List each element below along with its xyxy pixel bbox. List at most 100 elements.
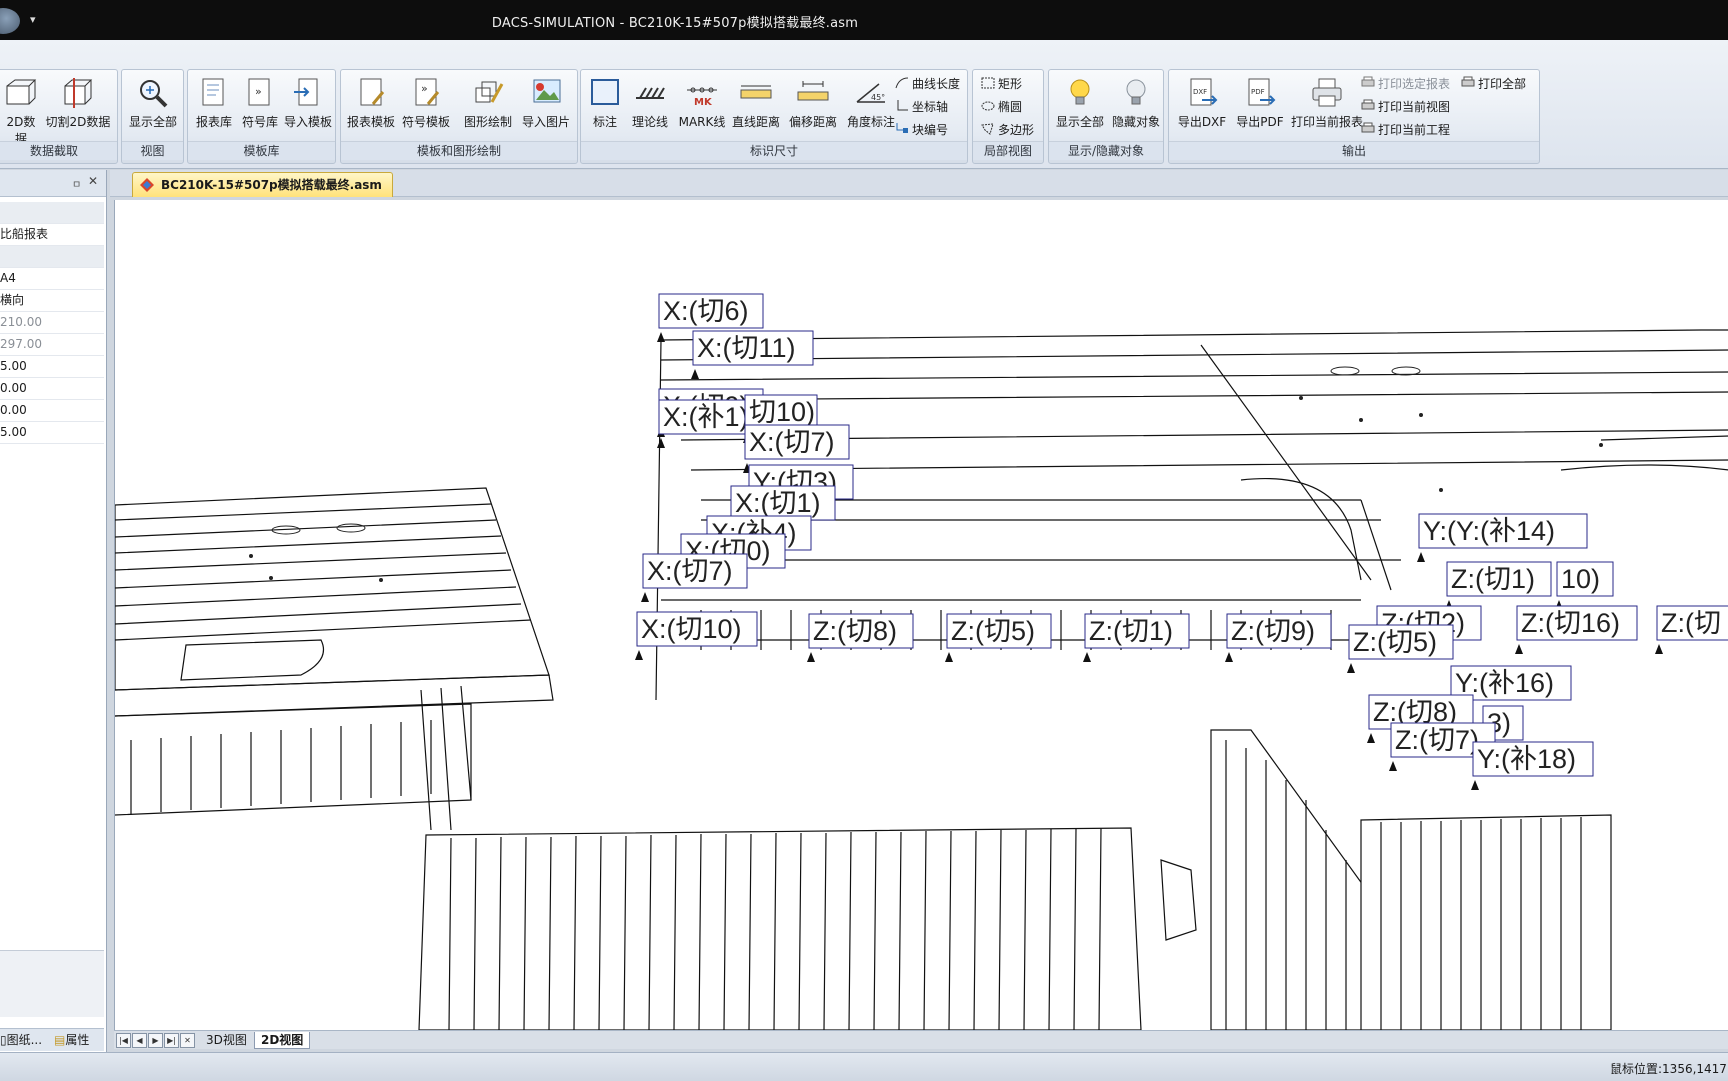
report-library-button[interactable]: 报表库 [192, 74, 236, 130]
print-all-button[interactable]: 打印全部 [1461, 74, 1526, 94]
svg-text:PDF: PDF [1251, 88, 1265, 96]
annotation-label-text: Z:(切5) [951, 616, 1035, 646]
printer-small-icon [1361, 99, 1375, 110]
annotation-label[interactable]: Z:(切 [1655, 605, 1728, 654]
property-row[interactable]: 0.00 [0, 400, 104, 422]
tab-properties[interactable]: ▤属性 [54, 1031, 89, 1049]
svg-text:»: » [255, 85, 262, 98]
property-row[interactable]: 297.00 [0, 334, 104, 356]
curve-length-button[interactable]: 曲线长度 [895, 74, 960, 94]
leader-arrow-icon [1367, 733, 1375, 743]
symbol-library-button[interactable]: » 符号库 [238, 74, 282, 130]
import-template-button[interactable]: 导入模板 [282, 74, 334, 130]
property-row[interactable]: 比船报表 [0, 224, 104, 246]
group-label: 数据截取 [0, 141, 117, 160]
annotation-label-text: Z:(切8) [813, 616, 897, 646]
2d-data-icon [6, 79, 37, 105]
2d-data-button[interactable]: 2D数据 [1, 74, 41, 147]
property-row[interactable]: 5.00 [0, 356, 104, 378]
tab-2d-view[interactable]: 2D视图 [254, 1032, 311, 1049]
hide-objects-button[interactable]: 隐藏对象 [1109, 74, 1163, 130]
property-row[interactable]: 5.00 [0, 422, 104, 444]
block-number-button[interactable]: 块编号 [895, 120, 948, 140]
svg-text:»: » [421, 82, 428, 95]
annotation-label-text: X:(切10) [641, 614, 742, 644]
mouse-position: 鼠标位置:1356,1417 [1610, 1062, 1727, 1076]
print-current-view-button[interactable]: 打印当前视图 [1361, 97, 1450, 117]
leader-arrow-icon [1389, 761, 1397, 771]
next-page-icon[interactable]: ▶ [148, 1033, 163, 1048]
leader-arrow-icon [657, 438, 665, 448]
annotation-label-text: Z:(切5) [1353, 627, 1437, 657]
annotation-label-text: Z:(切1) [1451, 564, 1535, 594]
tab-drawing[interactable]: ▯图纸... [0, 1031, 42, 1049]
offset-distance-button[interactable]: 偏移距离 [785, 74, 841, 130]
prev-page-icon[interactable]: ◀ [132, 1033, 147, 1048]
annotation-label[interactable]: Z:(切16) [1515, 605, 1638, 654]
property-row[interactable]: 横向 [0, 290, 104, 312]
annotation-label[interactable]: X:(切11) [691, 330, 814, 379]
status-bar: 鼠标位置:1356,1417 [0, 1052, 1728, 1081]
annotate-button[interactable]: 标注 [585, 74, 625, 130]
close-view-icon[interactable]: ✕ [180, 1033, 195, 1048]
annotation-label[interactable]: Y:(补18) [1471, 741, 1594, 790]
title-bar: ▾ DACS-SIMULATION - BC210K-15#507p模拟搭载最终… [0, 0, 1728, 40]
report-template-button[interactable]: 报表模板 [345, 74, 397, 130]
annotation-label-text: X:(切7) [647, 556, 733, 586]
theory-line-button[interactable]: 理论线 [627, 74, 673, 130]
document-icon [140, 178, 154, 192]
leader-arrow-icon [945, 652, 953, 662]
export-pdf-button[interactable]: PDF 导出PDF [1233, 74, 1287, 130]
leader-arrow-icon [1655, 644, 1663, 654]
graphic-drawing-button[interactable]: 图形绘制 [461, 74, 515, 130]
coordinate-axis-button[interactable]: 坐标轴 [895, 97, 948, 117]
annotation-label[interactable]: Z:(切5) [945, 613, 1052, 662]
polygon-button[interactable]: 多边形 [981, 120, 1034, 140]
property-row[interactable]: 210.00 [0, 312, 104, 334]
annotation-label[interactable]: Z:(切1) [1083, 613, 1190, 662]
ellipse-button[interactable]: 椭圆 [981, 97, 1022, 117]
angle-annotation-icon: 45° [856, 83, 885, 103]
export-pdf-icon: PDF [1248, 78, 1276, 106]
annotation-label[interactable]: Z:(切5) [1347, 624, 1454, 673]
group-label: 输出 [1169, 141, 1539, 160]
linear-distance-button[interactable]: 直线距离 [729, 74, 783, 130]
drawing-canvas[interactable]: X:(切6)X:(切11)X:(切9)X:(补1)切10)X:(切7)Y:(切3… [114, 200, 1728, 1030]
mark-line-button[interactable]: MK MARK线 [675, 74, 729, 130]
cut-2d-data-button[interactable]: 切割2D数据 [45, 74, 111, 130]
close-icon[interactable]: ✕ [88, 174, 98, 188]
export-dxf-button[interactable]: DXF 导出DXF [1173, 74, 1231, 130]
print-current-report-button[interactable]: 打印当前报表 [1289, 74, 1365, 130]
annotation-label[interactable]: Z:(切8) [807, 613, 914, 662]
leader-arrow-icon [1471, 780, 1479, 790]
rectangle-button[interactable]: 矩形 [981, 74, 1022, 94]
show-all-objects-button[interactable]: 显示全部 [1053, 74, 1107, 130]
show-all-view-button[interactable]: 显示全部 [126, 74, 180, 130]
ellipse-icon [981, 101, 995, 111]
property-row[interactable]: A4 [0, 268, 104, 290]
print-selected-report-button[interactable]: 打印选定报表 [1361, 74, 1450, 94]
tab-3d-view[interactable]: 3D视图 [200, 1032, 253, 1048]
annotation-label-text: X:(切7) [749, 427, 835, 457]
print-current-project-button[interactable]: 打印当前工程 [1361, 120, 1450, 140]
angle-annotation-button[interactable]: 45° 角度标注 [843, 74, 899, 130]
annotation-label[interactable]: Y:(Y:(补14) [1417, 513, 1588, 562]
printer-small-icon [1361, 122, 1375, 133]
document-tab[interactable]: BC210K-15#507p模拟搭载最终.asm [132, 172, 393, 197]
symbol-template-button[interactable]: » 符号模板 [399, 74, 453, 130]
mark-line-icon: MK [687, 87, 717, 108]
offset-distance-icon [797, 81, 829, 101]
coordinate-axis-icon [897, 100, 908, 111]
annotation-label[interactable]: X:(切10) [635, 611, 758, 660]
annotation-label[interactable]: Z:(切1) [1445, 561, 1552, 610]
rectangle-icon [981, 77, 995, 89]
annotation-label-text: Z:(切16) [1521, 608, 1620, 638]
last-page-icon[interactable]: ▶| [164, 1033, 179, 1048]
property-row[interactable]: 0.00 [0, 378, 104, 400]
annotation-label[interactable]: 10) [1555, 561, 1614, 610]
import-image-button[interactable]: 导入图片 [517, 74, 575, 130]
first-page-icon[interactable]: |◀ [116, 1033, 131, 1048]
document-tab-bar: BC210K-15#507p模拟搭载最终.asm [110, 170, 1728, 197]
pin-icon[interactable]: ㅁ [72, 176, 81, 191]
annotation-label[interactable]: Z:(切9) [1225, 613, 1332, 662]
